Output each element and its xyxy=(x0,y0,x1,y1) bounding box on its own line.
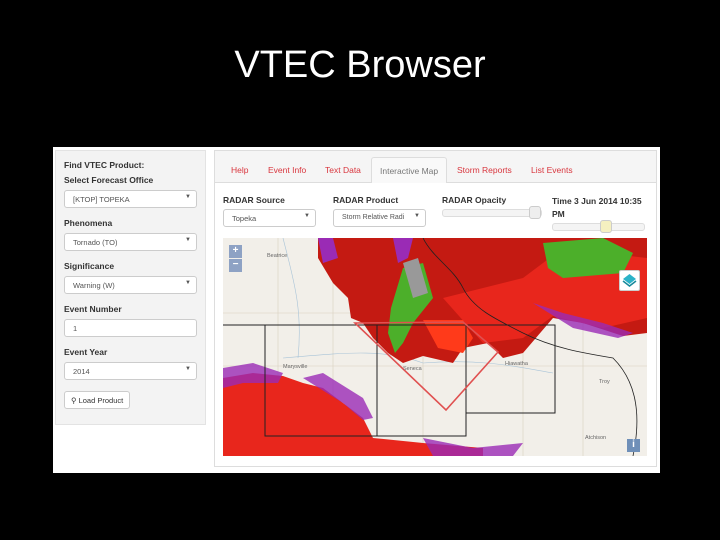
event-year-value: 2014 xyxy=(73,367,90,376)
map-canvas: Beatrice Marysville Seneca Hiawatha Troy… xyxy=(223,238,647,456)
significance-label: Significance xyxy=(64,261,115,271)
tab-event-info[interactable]: Event Info xyxy=(268,157,306,183)
radar-product-select[interactable]: Storm Relative Radi ▼ xyxy=(333,209,426,227)
caret-down-icon: ▼ xyxy=(185,366,191,372)
tab-bar: Help Event Info Text Data Interactive Ma… xyxy=(215,151,656,183)
radar-opacity-label: RADAR Opacity xyxy=(442,195,507,205)
info-button[interactable]: i xyxy=(627,439,640,452)
caret-down-icon: ▼ xyxy=(414,213,420,219)
town-label: Atchison xyxy=(585,435,606,441)
caret-down-icon: ▼ xyxy=(185,237,191,243)
radar-opacity-slider[interactable] xyxy=(442,206,542,219)
load-product-label: Load Product xyxy=(78,396,124,405)
time-label: Time 3 Jun 2014 10:35 PM xyxy=(552,196,642,219)
office-select[interactable]: [KTOP] TOPEKA ▼ xyxy=(64,190,197,208)
radar-echoes xyxy=(223,238,647,456)
radar-product-label: RADAR Product xyxy=(333,195,399,205)
app-screenshot: Find VTEC Product: Select Forecast Offic… xyxy=(53,147,660,473)
office-label: Select Forecast Office xyxy=(64,175,154,185)
layers-button[interactable] xyxy=(619,270,640,291)
search-panel: Find VTEC Product: Select Forecast Offic… xyxy=(55,150,206,425)
slider-handle[interactable] xyxy=(600,220,612,233)
tab-list-events[interactable]: List Events xyxy=(531,157,573,183)
phenomena-value: Tornado (TO) xyxy=(73,238,118,247)
tab-text-data[interactable]: Text Data xyxy=(325,157,361,183)
zoom-in-button[interactable]: + xyxy=(229,245,242,258)
search-icon: ⚲ xyxy=(71,396,77,405)
event-number-label: Event Number xyxy=(64,304,122,314)
town-label: Beatrice xyxy=(267,253,287,259)
event-year-select[interactable]: 2014 ▼ xyxy=(64,362,197,380)
caret-down-icon: ▼ xyxy=(304,213,310,219)
slide-title: VTEC Browser xyxy=(234,44,486,86)
tab-interactive-map[interactable]: Interactive Map xyxy=(371,157,448,183)
town-label: Hiawatha xyxy=(505,361,529,367)
town-label: Seneca xyxy=(403,366,423,372)
event-number-input[interactable]: 1 xyxy=(64,319,197,337)
significance-select[interactable]: Warning (W) ▼ xyxy=(64,276,197,294)
radar-source-label: RADAR Source xyxy=(223,195,285,205)
phenomena-label: Phenomena xyxy=(64,218,113,228)
event-year-label: Event Year xyxy=(64,347,108,357)
radar-product-value: Storm Relative Radi xyxy=(342,214,405,221)
event-number-value: 1 xyxy=(73,324,78,333)
zoom-out-button[interactable]: − xyxy=(229,259,242,272)
load-product-button[interactable]: ⚲ Load Product xyxy=(64,391,131,409)
tab-storm-reports[interactable]: Storm Reports xyxy=(457,157,512,183)
town-label: Troy xyxy=(599,379,610,385)
caret-down-icon: ▼ xyxy=(185,194,191,200)
slider-handle[interactable] xyxy=(529,206,541,219)
layers-icon xyxy=(622,274,637,287)
significance-value: Warning (W) xyxy=(73,281,115,290)
content-panel: Help Event Info Text Data Interactive Ma… xyxy=(214,150,657,467)
office-value: [KTOP] TOPEKA xyxy=(73,195,130,204)
time-slider[interactable] xyxy=(552,220,645,233)
caret-down-icon: ▼ xyxy=(185,280,191,286)
radar-map[interactable]: Beatrice Marysville Seneca Hiawatha Troy… xyxy=(223,238,647,456)
radar-source-value: Topeka xyxy=(232,214,257,223)
phenomena-select[interactable]: Tornado (TO) ▼ xyxy=(64,233,197,251)
radar-source-select[interactable]: Topeka ▼ xyxy=(223,209,316,227)
panel-heading: Find VTEC Product: xyxy=(64,160,145,170)
town-label: Marysville xyxy=(283,364,307,370)
tab-help[interactable]: Help xyxy=(231,157,248,183)
